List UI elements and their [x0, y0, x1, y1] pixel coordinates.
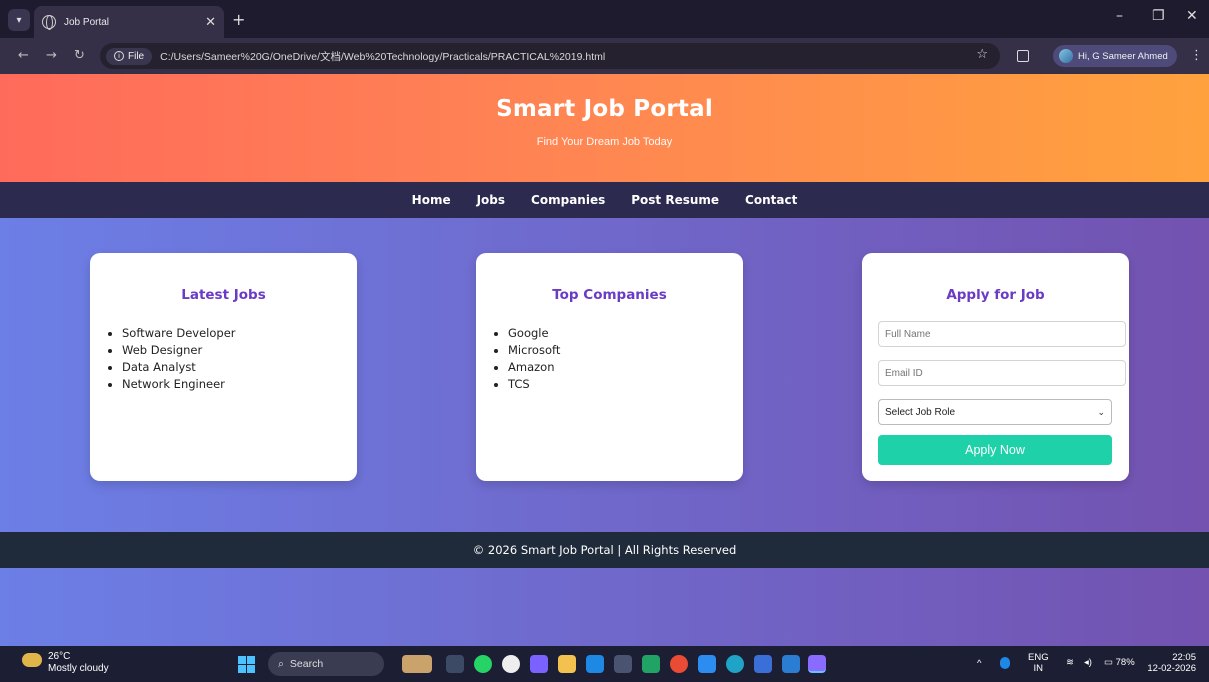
- people-icon[interactable]: [402, 655, 432, 673]
- hero-header: Smart Job Portal Find Your Dream Job Tod…: [0, 74, 1209, 182]
- search-icon: ⌕: [278, 657, 284, 670]
- list-item: Data Analyst: [122, 359, 357, 376]
- nav-post-resume[interactable]: Post Resume: [631, 193, 719, 207]
- list-item: Amazon: [508, 359, 743, 376]
- temperature: 26°C: [48, 651, 71, 662]
- apply-form: Select Job Role ⌄ Apply Now: [878, 321, 1129, 465]
- file-chip-label: File: [128, 50, 145, 62]
- whatsapp-icon[interactable]: [474, 655, 492, 673]
- full-name-input[interactable]: [878, 321, 1126, 347]
- list-item: Microsoft: [508, 342, 743, 359]
- font-app-icon[interactable]: [754, 655, 772, 673]
- clock[interactable]: 22:05 12-02-2026: [1146, 652, 1196, 674]
- windows-start-icon[interactable]: [238, 656, 255, 673]
- browser-menu-icon[interactable]: ⋮: [1190, 48, 1203, 63]
- list-item: TCS: [508, 376, 743, 393]
- card-title: Latest Jobs: [181, 287, 266, 303]
- top-companies-card: Top Companies Google Microsoft Amazon TC…: [476, 253, 743, 481]
- word-icon[interactable]: [782, 655, 800, 673]
- list-item: Web Designer: [122, 342, 357, 359]
- companies-list: Google Microsoft Amazon TCS: [508, 325, 743, 393]
- taskbar: 26°C Mostly cloudy ⌕ Search ^ ENG IN ≋ ◂…: [0, 646, 1209, 682]
- wifi-icon[interactable]: ≋: [1066, 657, 1074, 668]
- chatgpt-icon[interactable]: [502, 655, 520, 673]
- page-viewport: Smart Job Portal Find Your Dream Job Tod…: [0, 74, 1209, 646]
- cards-section: Latest Jobs Software Developer Web Desig…: [0, 218, 1209, 532]
- nav-jobs[interactable]: Jobs: [477, 193, 505, 207]
- latest-jobs-card: Latest Jobs Software Developer Web Desig…: [90, 253, 357, 481]
- new-tab-icon[interactable]: +: [232, 10, 245, 29]
- battery-icon: ▭: [1104, 657, 1113, 668]
- apply-now-button[interactable]: Apply Now: [878, 435, 1112, 465]
- browser-active-icon[interactable]: [808, 655, 826, 673]
- card-title: Top Companies: [552, 287, 667, 303]
- page-title: Smart Job Portal: [496, 96, 713, 122]
- nav-contact[interactable]: Contact: [745, 193, 797, 207]
- gallery-icon[interactable]: [642, 655, 660, 673]
- main-nav: Home Jobs Companies Post Resume Contact: [0, 182, 1209, 218]
- footer-text: © 2026 Smart Job Portal | All Rights Res…: [472, 543, 737, 557]
- site-info-chip[interactable]: i File: [106, 47, 153, 65]
- task-view-icon[interactable]: [446, 655, 464, 673]
- tab-close-icon[interactable]: ✕: [205, 15, 216, 30]
- edge-icon[interactable]: [726, 655, 744, 673]
- weather-text: Mostly cloudy: [48, 663, 109, 674]
- info-icon: i: [114, 51, 124, 61]
- copilot-icon[interactable]: [530, 655, 548, 673]
- tray-chevron-icon[interactable]: ^: [977, 658, 981, 669]
- card-title: Apply for Job: [946, 287, 1045, 303]
- close-window-icon[interactable]: ✕: [1186, 8, 1198, 24]
- weather-icon: [22, 653, 42, 667]
- vscode-icon[interactable]: [698, 655, 716, 673]
- list-item: Google: [508, 325, 743, 342]
- list-item: Network Engineer: [122, 376, 357, 393]
- restore-icon[interactable]: ❐: [1152, 8, 1165, 24]
- chrome-icon[interactable]: [670, 655, 688, 673]
- battery-percent: 78%: [1115, 657, 1135, 668]
- language-indicator[interactable]: ENG IN: [1028, 652, 1049, 674]
- bluetooth-icon[interactable]: [1000, 657, 1010, 669]
- clock-date: 12-02-2026: [1147, 663, 1196, 674]
- search-label: Search: [289, 658, 324, 670]
- taskbar-search[interactable]: ⌕ Search: [268, 652, 384, 676]
- extensions-icon[interactable]: [1017, 50, 1029, 62]
- browser-tab[interactable]: Job Portal ✕: [34, 6, 224, 38]
- tab-search-chevron-icon[interactable]: ▾: [8, 9, 30, 31]
- lang-top: ENG: [1028, 652, 1049, 663]
- chevron-down-icon: ⌄: [1097, 406, 1105, 417]
- battery-indicator[interactable]: ▭ 78%: [1104, 657, 1135, 668]
- jobs-list: Software Developer Web Designer Data Ana…: [122, 325, 357, 393]
- nav-home[interactable]: Home: [412, 193, 451, 207]
- clock-time: 22:05: [1172, 652, 1196, 663]
- browser-tab-strip: ▾ Job Portal ✕ + – ❐ ✕: [0, 0, 1209, 38]
- tab-title: Job Portal: [64, 16, 110, 28]
- email-input[interactable]: [878, 360, 1126, 386]
- profile-button[interactable]: Hi, G Sameer Ahmed: [1053, 45, 1177, 67]
- avatar: [1059, 49, 1073, 63]
- job-role-select[interactable]: Select Job Role ⌄: [878, 399, 1112, 425]
- forward-icon[interactable]: →: [46, 48, 57, 63]
- bookmark-star-icon[interactable]: ☆: [976, 47, 988, 62]
- volume-icon[interactable]: ◂): [1084, 657, 1092, 668]
- bluetooth-app-icon[interactable]: [586, 655, 604, 673]
- nav-companies[interactable]: Companies: [531, 193, 605, 207]
- back-icon[interactable]: ←: [18, 48, 29, 63]
- minimize-icon[interactable]: –: [1116, 8, 1123, 24]
- weather-widget[interactable]: 26°C Mostly cloudy: [22, 651, 109, 675]
- file-explorer-icon[interactable]: [558, 655, 576, 673]
- terminal-icon[interactable]: [614, 655, 632, 673]
- apply-card: Apply for Job Select Job Role ⌄ Apply No…: [862, 253, 1129, 481]
- browser-toolbar: ← → ↻ i File C:/Users/Sameer%20G/OneDriv…: [0, 38, 1209, 74]
- globe-icon: [42, 15, 56, 30]
- page-footer: © 2026 Smart Job Portal | All Rights Res…: [0, 532, 1209, 568]
- address-bar[interactable]: i File C:/Users/Sameer%20G/OneDrive/文档/W…: [100, 43, 1000, 69]
- profile-label: Hi, G Sameer Ahmed: [1078, 50, 1168, 62]
- reload-icon[interactable]: ↻: [74, 48, 85, 63]
- lang-bottom: IN: [1033, 663, 1044, 674]
- list-item: Software Developer: [122, 325, 357, 342]
- url-text: C:/Users/Sameer%20G/OneDrive/文档/Web%20Te…: [160, 50, 606, 63]
- page-subtitle: Find Your Dream Job Today: [536, 136, 673, 148]
- job-role-selected: Select Job Role: [885, 406, 956, 418]
